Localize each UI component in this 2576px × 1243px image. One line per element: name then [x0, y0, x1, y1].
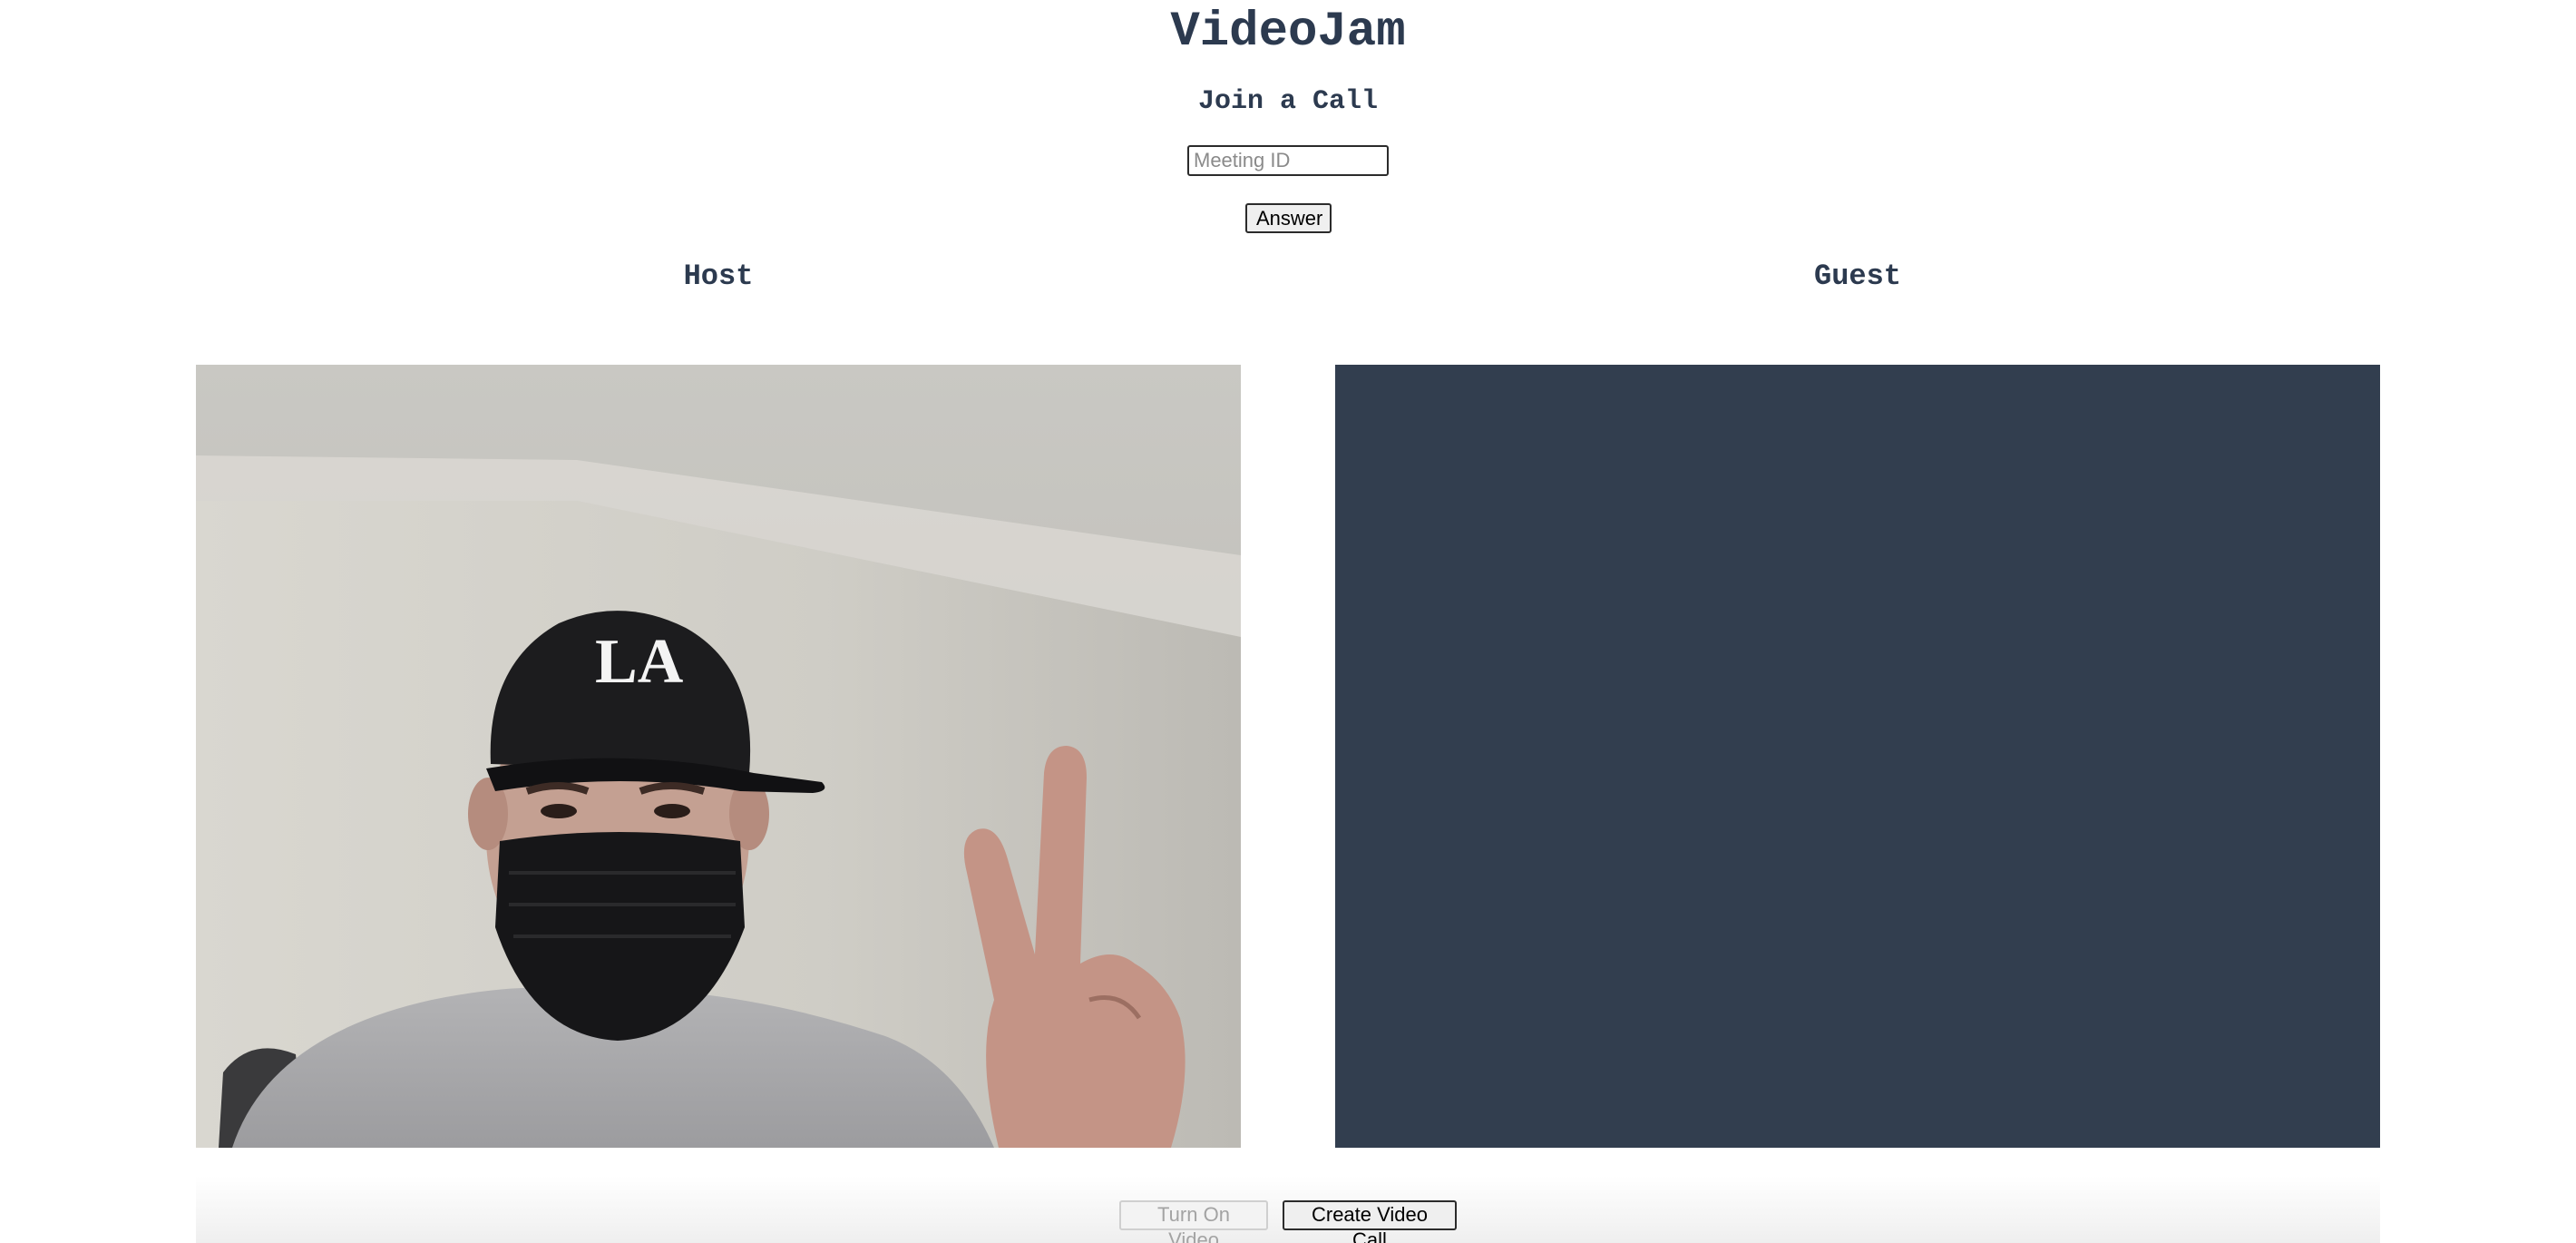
app-title: VideoJam [1170, 5, 1406, 60]
turn-on-video-button[interactable]: Turn On Video [1119, 1200, 1268, 1243]
create-video-call-button[interactable]: Create Video Call [1283, 1200, 1457, 1243]
meeting-id-input[interactable] [1187, 145, 1389, 176]
host-video-frame: LA [196, 365, 1241, 1148]
guest-label: Guest [1813, 259, 1901, 293]
host-label: Host [683, 259, 754, 293]
join-call-heading: Join a Call [1197, 86, 1379, 117]
guest-video [1335, 365, 2380, 1148]
host-video: LA [196, 365, 1241, 1148]
svg-text:LA: LA [595, 627, 684, 697]
answer-button[interactable]: Answer [1245, 203, 1332, 233]
